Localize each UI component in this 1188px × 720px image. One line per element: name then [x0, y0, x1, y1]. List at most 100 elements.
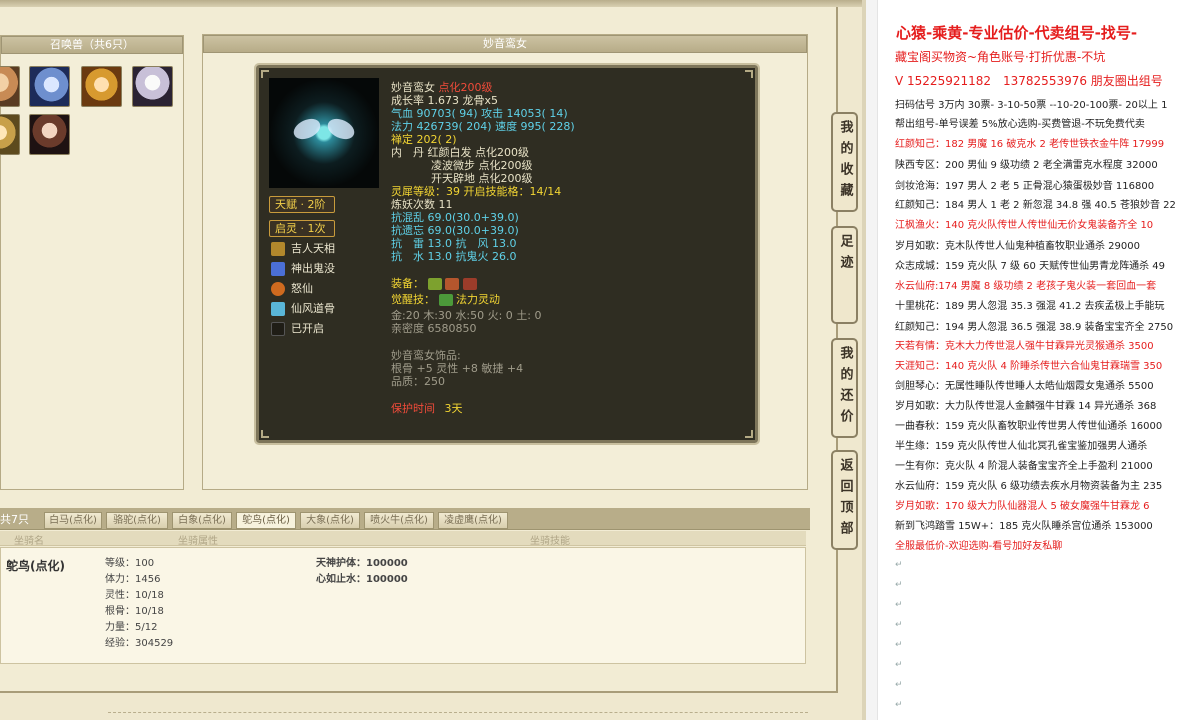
pet-dan-3: 开天辟地 点化200级: [431, 172, 533, 185]
mount-skill: 心如止水：100000: [316, 574, 408, 585]
summon-panel-title: 召唤兽（共6只）: [1, 36, 183, 54]
mount-attr: 力量：5/12: [105, 622, 158, 633]
pet-skill[interactable]: 仙风道骨: [271, 301, 335, 317]
pet-skill[interactable]: 怒仙: [271, 281, 313, 297]
tab-mount[interactable]: 凌虚鹰(点化): [438, 512, 508, 529]
pet-zen: 禅定 202( 2): [391, 133, 457, 146]
talent-tag: 天赋 · 2阶: [269, 196, 335, 213]
skill-ghost-icon: [271, 262, 285, 276]
protect-label: 保护时间: [391, 402, 435, 415]
doc-line: 江枫渔火：140 克火队传世人传世仙无价女鬼装备齐全 10: [895, 220, 1154, 231]
doc-line: 藏宝阁买物资~角色账号·打折优惠-不坑: [895, 50, 1106, 64]
equip-slot-2-icon[interactable]: [445, 278, 459, 290]
ornament-stats: 根骨 +5 灵性 +8 敏捷 +4: [391, 362, 524, 375]
pet-res-forget: 抗遗忘 69.0(30.0+39.0): [391, 224, 519, 237]
pet-info-card: 妙音鸾女 点化200级 成长率 1.673 龙骨x5 气血 90703( 94)…: [254, 63, 760, 445]
mount-name: 鸵鸟(点化): [6, 559, 65, 573]
summon-avatar[interactable]: [0, 114, 20, 155]
mount-attr: 体力：1456: [105, 574, 161, 585]
side-tab-bargain[interactable]: 我的还价: [831, 338, 858, 438]
col-mount-attr: 坐骑属性: [178, 536, 218, 547]
doc-line: 全服最低价-欢迎选购-看号加好友私聊: [895, 541, 1063, 552]
paragraph-mark: ↵: [895, 580, 903, 590]
summon-avatar[interactable]: [29, 66, 70, 107]
text-document[interactable]: 心猿-乘黄-专业估价-代卖组号-找号- 藏宝阁买物资~角色账号·打折优惠-不坑 V …: [866, 0, 1188, 720]
paragraph-mark: ↵: [895, 560, 903, 570]
side-tab-footprint[interactable]: 足迹: [831, 226, 858, 324]
mp-label: 法力: [391, 120, 413, 133]
doc-line: 陕西专区：200 男仙 9 级功绩 2 老全满雷克水程度 32000: [895, 160, 1158, 171]
pet-dan-2: 凌波微步 点化200级: [431, 159, 533, 172]
hp-label: 气血: [391, 107, 413, 120]
summon-avatar[interactable]: [132, 66, 173, 107]
pet-portrait: [269, 78, 379, 188]
paragraph-mark: ↵: [895, 640, 903, 650]
doc-line: 岁月如歌：大力队传世混人金麟强牛甘霖 14 异光通杀 368: [895, 401, 1157, 412]
doc-line: 岁月如歌：克木队传世人仙鬼种植畜牧职业通杀 29000: [895, 241, 1140, 252]
summon-avatar[interactable]: [0, 66, 20, 107]
paragraph-mark: ↵: [895, 700, 903, 710]
tab-mount[interactable]: 白马(点化): [44, 512, 102, 529]
spirit-tag: 启灵 · 1次: [269, 220, 335, 237]
pet-mp-line: 法力 426739( 204) 速度 995( 228): [391, 120, 575, 134]
doc-line: 红颜知己：194 男人忽混 36.5 强混 38.9 装备宝宝齐全 2750: [895, 322, 1174, 333]
pet-dan-1: 内 丹 红颜白发 点化200级: [391, 146, 529, 159]
doc-line: 岁月如歌：170 级大力队仙器混人 5 破女魔强牛甘霖龙 6: [895, 501, 1150, 512]
protect-value: 3天: [444, 402, 463, 415]
doc-line: 天涯知己：140 克火队 4 阶睡杀传世六合仙鬼甘霖瑞雪 350: [895, 361, 1163, 372]
ornament-title: 妙音鸾女饰品:: [391, 349, 461, 362]
side-tab-back-to-top[interactable]: 返回顶部: [831, 450, 858, 550]
mount-attr: 经验：304529: [105, 638, 174, 649]
pet-hp-line: 气血 90703( 94) 攻击 14053( 14): [391, 107, 568, 121]
doc-line: 心猿-乘黄-专业估价-代卖组号-找号-: [896, 24, 1138, 42]
pet-name-tag: 点化200级: [438, 81, 493, 94]
pet-skill[interactable]: 神出鬼没: [271, 261, 335, 277]
col-mount-name: 坐骑名: [14, 536, 44, 547]
pet-skill[interactable]: 吉人天相: [271, 241, 335, 257]
doc-line: 水云仙府：159 克火队 6 级功绩去疾水月物资装备为主 235: [895, 481, 1163, 492]
pet-intimacy: 亲密度 6580850: [391, 322, 477, 335]
tab-mount[interactable]: 骆驼(点化): [106, 512, 168, 529]
doc-line: 一曲春秋：159 克火队畜牧职业传世男人传世仙通杀 16000: [895, 421, 1163, 432]
equip-label: 装备：: [391, 277, 424, 290]
mount-skill: 天神护体：100000: [316, 558, 408, 569]
awaken-skill-icon[interactable]: [438, 294, 453, 306]
pet-elements: 金:20 木:30 水:50 火: 0 土: 0: [391, 309, 542, 322]
mp-value: 426739( 204) 速度 995( 228): [416, 120, 575, 133]
skill-fury-icon: [271, 282, 285, 296]
hp-value: 90703( 94) 攻击 14053( 14): [416, 107, 568, 120]
pet-skill[interactable]: 已开启: [271, 321, 324, 337]
mount-attr: 根骨：10/18: [105, 606, 164, 617]
paragraph-mark: ↵: [895, 600, 903, 610]
tab-mount[interactable]: 大象(点化): [300, 512, 360, 529]
doc-line: 红颜知己：184 男人 1 老 2 新忽混 34.8 强 40.5 苍狼妙音 2…: [895, 200, 1176, 211]
doc-line: 扫码估号 3万内 30票- 3-10-50票 --10-20-100票- 20以…: [895, 100, 1168, 111]
side-tab-favorites[interactable]: 我的收藏: [831, 112, 858, 212]
awaken-label: 觉醒技：: [391, 293, 435, 306]
pet-res-chaos: 抗混乱 69.0(30.0+39.0): [391, 211, 519, 224]
ornament-quality: 品质：250: [391, 375, 445, 388]
pet-refine: 炼妖次数 11: [391, 198, 453, 211]
tab-mount-active[interactable]: 鸵鸟(点化): [236, 512, 296, 529]
doc-line: 新到飞鸿踏雪 15W+：185 克火队睡杀宫位通杀 153000: [895, 521, 1153, 532]
skill-lucky-icon: [271, 242, 285, 256]
window-top-strip: [0, 0, 866, 7]
tab-mount[interactable]: 白象(点化): [172, 512, 232, 529]
mount-tabbar: 共7只 白马(点化) 骆驼(点化) 白象(点化) 鸵鸟(点化) 大象(点化) 喷…: [0, 508, 810, 530]
mount-area: 共7只 白马(点化) 骆驼(点化) 白象(点化) 鸵鸟(点化) 大象(点化) 喷…: [0, 508, 810, 664]
mount-table-header: 坐骑名 坐骑属性 坐骑技能: [0, 531, 806, 547]
paragraph-mark: ↵: [895, 620, 903, 630]
equip-slot-3-icon[interactable]: [462, 278, 477, 290]
paragraph-mark: ↵: [895, 680, 903, 690]
doc-line: 半生缘：159 克火队传世人仙北冥孔雀宝鉴加强男人通杀: [895, 441, 1148, 452]
pet-awaken-line: 觉醒技： 法力灵动: [391, 293, 500, 307]
summon-avatar[interactable]: [81, 66, 122, 107]
game-window: 召唤兽（共6只） 妙音鸾女 妙音鸾女 点化200级 成长率 1.673 龙骨x5: [0, 0, 866, 720]
mount-count: 共7只: [0, 513, 29, 526]
tab-mount[interactable]: 喷火牛(点化): [364, 512, 434, 529]
mount-table-body: 鸵鸟(点化) 等级：100 体力：1456 灵性：10/18 根骨：10/18 …: [0, 547, 806, 664]
pet-equip-line: 装备：: [391, 277, 477, 291]
doc-line: V 15225921182 13782553976 朋友圈出组号: [895, 74, 1163, 88]
summon-avatar[interactable]: [29, 114, 70, 155]
equip-slot-1-icon[interactable]: [427, 278, 442, 290]
